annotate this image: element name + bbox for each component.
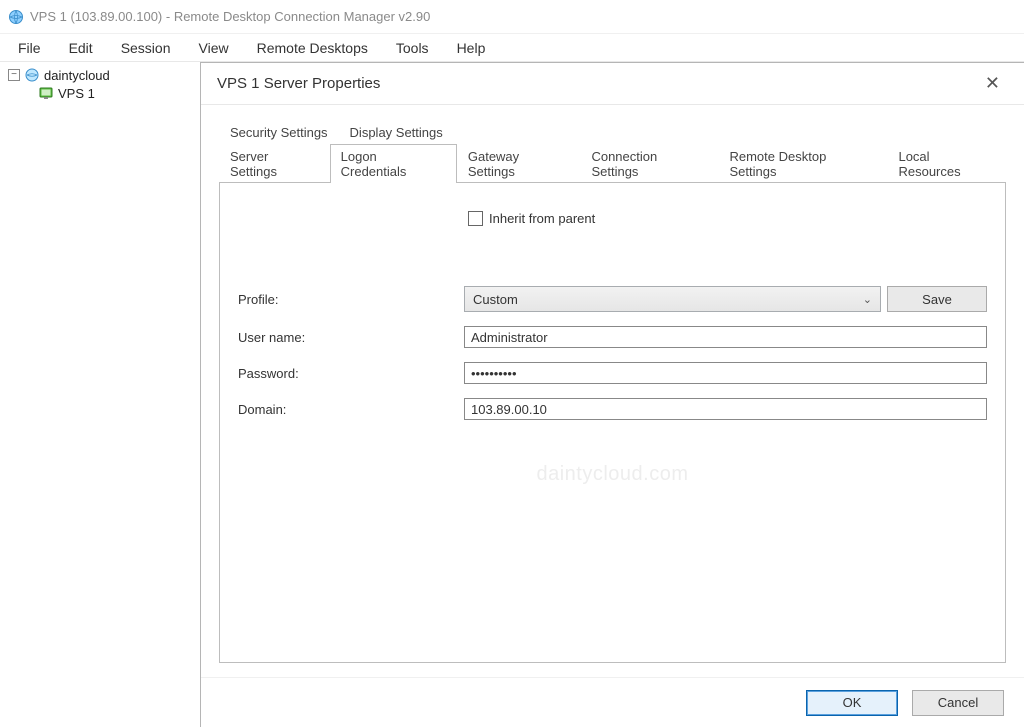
tab-server-settings[interactable]: Server Settings: [219, 144, 330, 183]
app-icon: [8, 9, 24, 25]
tree-root-label: daintycloud: [44, 68, 110, 83]
menu-remote-desktops[interactable]: Remote Desktops: [243, 36, 382, 60]
tab-display-settings[interactable]: Display Settings: [339, 120, 454, 144]
profile-row: Profile: Custom ⌄ Save: [238, 286, 987, 312]
dialog-title: VPS 1 Server Properties: [217, 75, 380, 92]
chevron-down-icon: ⌄: [863, 293, 872, 306]
menu-view[interactable]: View: [185, 36, 243, 60]
menu-edit[interactable]: Edit: [55, 36, 107, 60]
domain-row: Domain: 103.89.00.10: [238, 398, 987, 420]
close-button[interactable]: ✕: [977, 69, 1008, 98]
tab-local-resources[interactable]: Local Resources: [887, 144, 1006, 183]
menu-tools[interactable]: Tools: [382, 36, 443, 60]
tab-security-settings[interactable]: Security Settings: [219, 120, 339, 144]
tree-item-label: VPS 1: [58, 86, 95, 101]
inherit-row: Inherit from parent: [468, 211, 987, 226]
dialog-tabs: Security Settings Display Settings Serve…: [219, 119, 1006, 182]
password-value: ••••••••••: [471, 366, 517, 381]
dialog-header: VPS 1 Server Properties ✕: [201, 63, 1024, 105]
menubar: File Edit Session View Remote Desktops T…: [0, 34, 1024, 62]
username-label: User name:: [238, 330, 464, 345]
tab-remote-desktop-settings[interactable]: Remote Desktop Settings: [718, 144, 887, 183]
username-input[interactable]: Administrator: [464, 326, 987, 348]
inherit-checkbox[interactable]: [468, 211, 483, 226]
menu-help[interactable]: Help: [443, 36, 500, 60]
tree-root[interactable]: − daintycloud: [4, 66, 196, 84]
logon-credentials-panel: Inherit from parent Profile: Custom ⌄ Sa…: [219, 182, 1006, 663]
server-icon: [38, 85, 54, 101]
profile-value: Custom: [473, 292, 518, 307]
password-input[interactable]: ••••••••••: [464, 362, 987, 384]
tab-gateway-settings[interactable]: Gateway Settings: [457, 144, 581, 183]
watermark-text: daintycloud.com: [536, 463, 688, 486]
server-tree[interactable]: − daintycloud VPS 1: [0, 62, 200, 727]
save-profile-button[interactable]: Save: [887, 286, 987, 312]
cancel-button[interactable]: Cancel: [912, 690, 1004, 716]
dialog-footer: OK Cancel: [201, 677, 1024, 727]
inherit-label: Inherit from parent: [489, 211, 595, 226]
window-titlebar: VPS 1 (103.89.00.100) - Remote Desktop C…: [0, 0, 1024, 34]
password-row: Password: ••••••••••: [238, 362, 987, 384]
tab-connection-settings[interactable]: Connection Settings: [580, 144, 718, 183]
menu-session[interactable]: Session: [107, 36, 185, 60]
profile-select[interactable]: Custom ⌄: [464, 286, 881, 312]
tree-item-vps1[interactable]: VPS 1: [4, 84, 196, 102]
menu-file[interactable]: File: [4, 36, 55, 60]
window-title: VPS 1 (103.89.00.100) - Remote Desktop C…: [30, 9, 430, 24]
tab-logon-credentials[interactable]: Logon Credentials: [330, 144, 457, 183]
domain-label: Domain:: [238, 402, 464, 417]
server-properties-dialog: VPS 1 Server Properties ✕ Security Setti…: [200, 62, 1024, 727]
profile-label: Profile:: [238, 292, 464, 307]
username-row: User name: Administrator: [238, 326, 987, 348]
tree-collapse-icon[interactable]: −: [8, 69, 20, 81]
group-icon: [24, 67, 40, 83]
password-label: Password:: [238, 366, 464, 381]
ok-button[interactable]: OK: [806, 690, 898, 716]
domain-value: 103.89.00.10: [471, 402, 547, 417]
domain-input[interactable]: 103.89.00.10: [464, 398, 987, 420]
username-value: Administrator: [471, 330, 548, 345]
dialog-body: Security Settings Display Settings Serve…: [201, 105, 1024, 677]
